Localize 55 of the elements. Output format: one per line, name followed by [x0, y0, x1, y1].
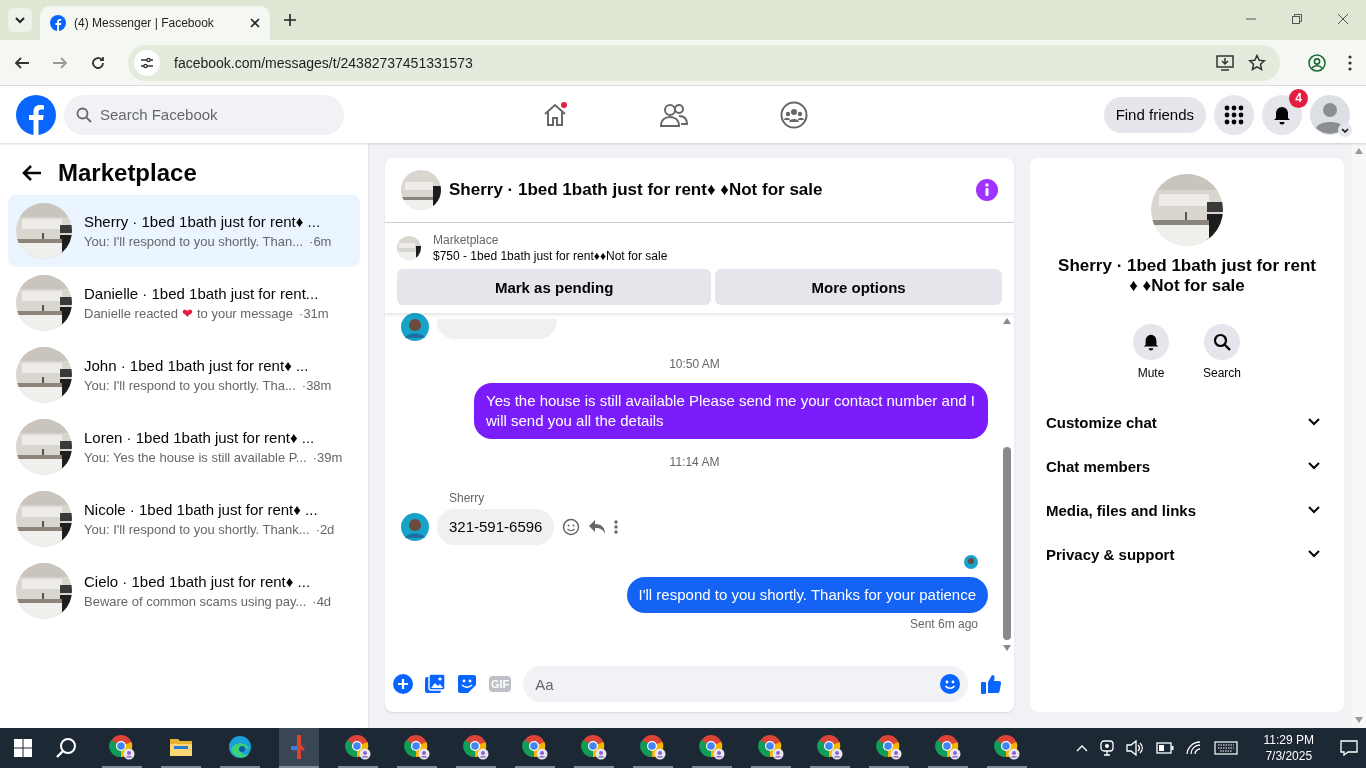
message-bubble: 321-591-6596	[437, 509, 555, 545]
conversation-title: John · 1bed 1bath just for rent♦ ...	[84, 357, 310, 374]
message-status: Sent 6m ago	[909, 617, 978, 631]
listing-button[interactable]: More options	[715, 269, 1002, 305]
message-preview: You: Yes the house is still available P...	[84, 450, 307, 465]
heart-reaction: ❤	[181, 306, 193, 321]
message-preview: to your message	[196, 306, 294, 321]
timestamp: ·4d	[312, 594, 332, 609]
conversation-title: Nicole · 1bed 1bath just for rent♦ ...	[84, 501, 319, 518]
listing-label: Marketplace	[433, 233, 500, 247]
address-field[interactable]: facebook.com/messages/t/24382737451331573	[128, 44, 1280, 81]
message-preview: Beware of common scams using pay...	[84, 594, 307, 609]
sender-name: Sherry	[449, 491, 486, 505]
message-bubble: Yes the house is still available Please send me your contact number and I will send you all the details	[474, 383, 988, 439]
conversation-item[interactable]: Cielo · 1bed 1bath just for rent♦ ... Beware of common scams using pay... ·4d	[8, 555, 360, 627]
section-item[interactable]: Media, files and links	[1046, 488, 1328, 532]
conversation-item[interactable]: Sherry · 1bed 1bath just for rent♦ ... You: I'll respond to you shortly. Than... ·6m	[8, 195, 360, 267]
section-item[interactable]: Chat members	[1046, 444, 1328, 488]
message-preview: You: I'll respond to you shortly. Thank...	[84, 522, 310, 537]
clock-time[interactable]: 11:29 PM	[1263, 732, 1314, 748]
timestamp: ·39m	[312, 450, 343, 465]
timestamp: ·6m	[309, 234, 332, 249]
conversation-title: Loren · 1bed 1bath just for rent♦ ...	[84, 429, 316, 446]
clock-date[interactable]: 7/3/2025	[1265, 748, 1313, 764]
notification-badge: 4	[1289, 88, 1308, 108]
listing-title: $750 - 1bed 1bath just for rent♦♦Not for sale	[433, 249, 668, 263]
conversation-item[interactable]: Nicole · 1bed 1bath just for rent♦ ... You: I'll respond to you shortly. Thank... ·2d	[8, 483, 360, 555]
search-field[interactable]: Search Facebook	[64, 94, 344, 135]
section-item[interactable]: Privacy & support	[1046, 532, 1328, 576]
page-title: Marketplace	[58, 159, 197, 187]
conversation-item[interactable]: Loren · 1bed 1bath just for rent♦ ... You: Yes the house is still available P... ·39m	[8, 411, 360, 483]
conversation-title: Sherry · 1bed 1bath just for rent♦ ...	[84, 213, 322, 230]
section-item[interactable]: Customize chat	[1046, 400, 1328, 444]
message-field[interactable]: Aa	[523, 666, 968, 702]
browser-tab[interactable]: (4) Messenger | Facebook	[40, 6, 270, 40]
find-friends-button[interactable]: Find friends	[1103, 96, 1206, 133]
conversation-title: Cielo · 1bed 1bath just for rent♦ ...	[84, 573, 312, 590]
timestamp: ·2d	[315, 522, 335, 537]
timestamp: ·38m	[301, 378, 332, 393]
message-time: 10:50 AM	[668, 357, 721, 371]
conversation-item[interactable]: Danielle · 1bed 1bath just for rent... Danielle reacted ❤ to your message ·31m	[8, 267, 360, 339]
listing-button[interactable]: Mark as pending	[397, 269, 712, 305]
conversation-title: Danielle · 1bed 1bath just for rent...	[84, 285, 320, 302]
message-preview: Danielle reacted	[84, 306, 178, 321]
chat-title: Sherry · 1bed 1bath just for rent♦ ♦Not for sale	[449, 180, 824, 200]
tab-title: (4) Messenger | Facebook	[74, 16, 215, 30]
timestamp: ·31m	[299, 306, 329, 321]
message-time: 11:14 AM	[668, 455, 721, 469]
message-preview: You: I'll respond to you shortly. Than...	[84, 234, 304, 249]
action-label: Search	[1203, 366, 1241, 380]
conversation-item[interactable]: John · 1bed 1bath just for rent♦ ... You: I'll respond to you shortly. Tha... ·38m	[8, 339, 360, 411]
chat-name: Sherry · 1bed 1bath just for rent ♦ ♦Not for sale	[1057, 256, 1317, 296]
message-preview: You: I'll respond to you shortly. Tha...	[84, 378, 296, 393]
message-bubble: I'll respond to you shortly. Thanks for your patience	[626, 577, 988, 613]
action-label: Mute	[1137, 366, 1165, 380]
